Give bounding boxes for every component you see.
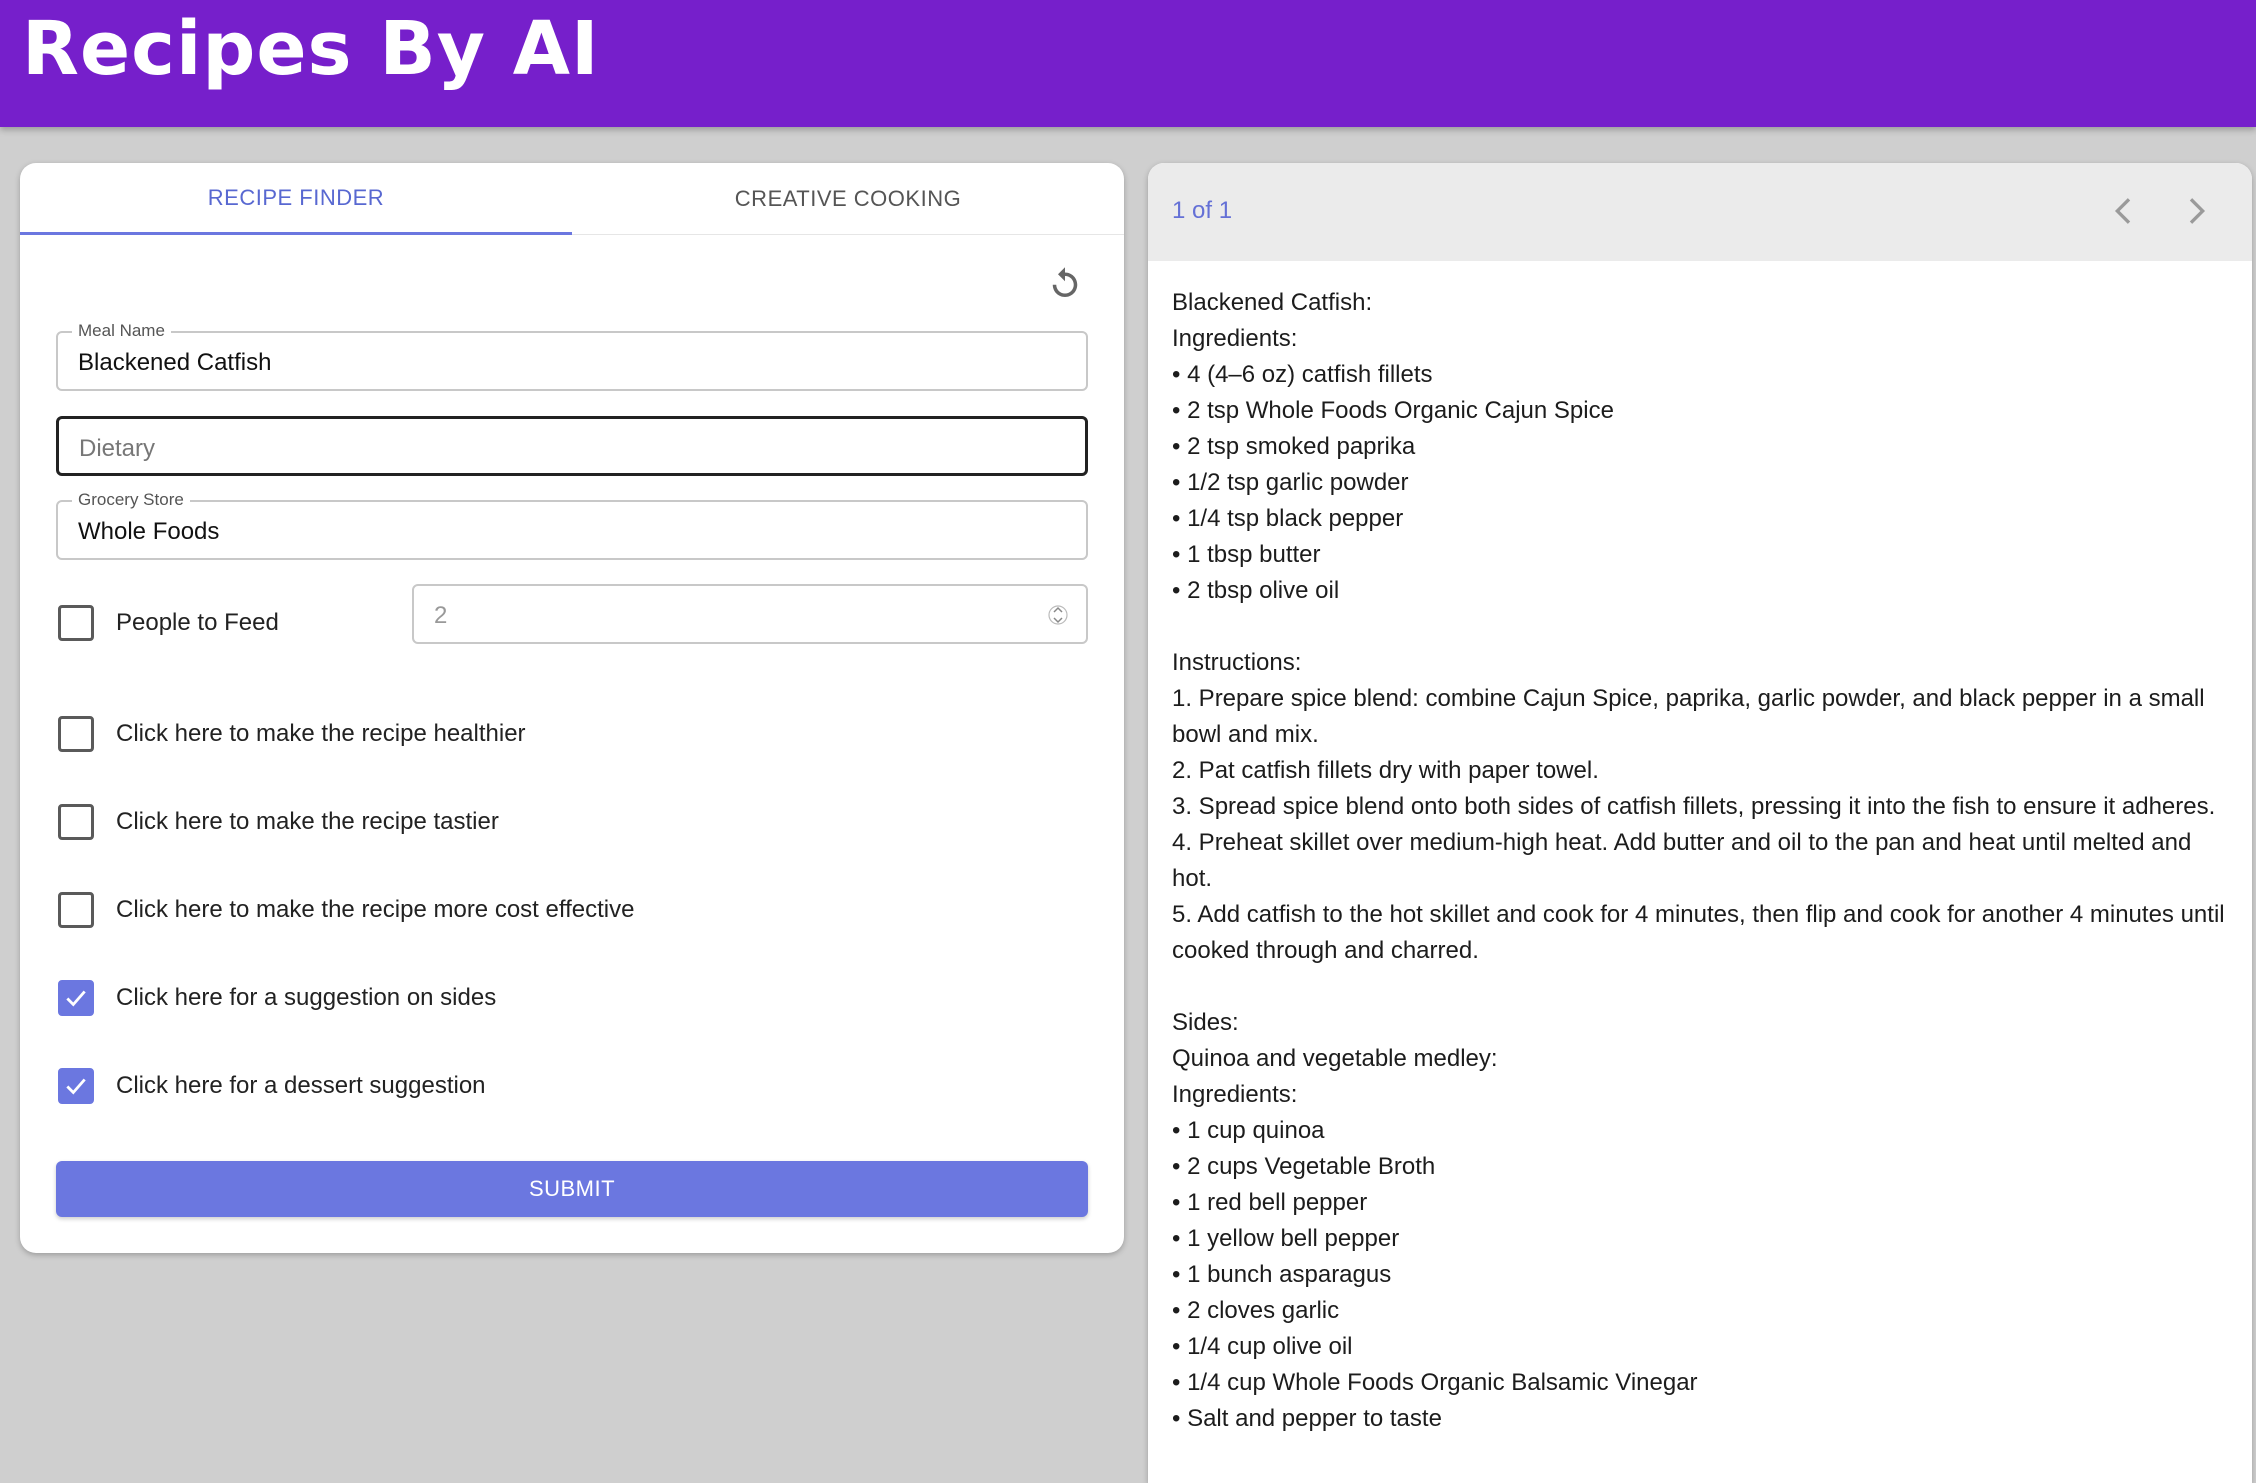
recipe-line: • 1/4 cup olive oil (1172, 1333, 1353, 1360)
recipe-line (1172, 969, 2232, 1005)
recipe-line: • 1 yellow bell pepper (1172, 1225, 1400, 1252)
recipe-line: Blackened Catfish: (1172, 289, 1373, 316)
next-button[interactable] (2176, 191, 2216, 231)
page-indicator: 1 of 1 (1172, 197, 1233, 224)
recipe-line: • 1/2 tsp garlic powder (1172, 469, 1409, 496)
tab-creative-cooking[interactable]: CREATIVE COOKING (572, 163, 1124, 235)
recipe-line: 3. Spread spice blend onto both sides of… (1172, 793, 2216, 820)
app-title: Recipes By AI (22, 6, 600, 92)
option-dessert-label: Click here for a dessert suggestion (116, 1072, 486, 1099)
option-tastier-row: Click here to make the recipe tastier (58, 802, 499, 842)
people-to-feed-row: People to Feed (58, 603, 279, 643)
recipe-line: • 1 cup quinoa (1172, 1117, 1325, 1144)
option-dessert-row: Click here for a dessert suggestion (58, 1066, 486, 1106)
people-to-feed-checkbox[interactable] (58, 605, 94, 641)
check-icon (66, 990, 86, 1007)
grocery-store-field[interactable]: Grocery Store Whole Foods (56, 490, 1088, 560)
option-cost-effective-row: Click here to make the recipe more cost … (58, 890, 634, 930)
recipe-line: • 1/4 cup Whole Foods Organic Balsamic V… (1172, 1369, 1698, 1396)
recipe-line: • 1 bunch asparagus (1172, 1261, 1392, 1288)
reset-button[interactable] (1044, 262, 1086, 304)
recipe-line: 4. Preheat skillet over medium-high heat… (1172, 829, 2198, 892)
recipe-result-panel: 1 of 1 Blackened Catfish: Ingredients: • 4… (1148, 163, 2252, 1483)
tab-bar: RECIPE FINDER CREATIVE COOKING (20, 163, 1124, 235)
option-dessert-checkbox[interactable] (58, 1068, 94, 1104)
option-tastier-label: Click here to make the recipe tastier (116, 808, 499, 835)
grocery-store-label: Grocery Store (72, 490, 190, 510)
option-healthier-row: Click here to make the recipe healthier (58, 714, 526, 754)
people-to-feed-value: 2 (434, 602, 448, 629)
recipe-line: Ingredients: (1172, 1081, 1298, 1108)
option-healthier-label: Click here to make the recipe healthier (116, 720, 526, 747)
grocery-store-value: Whole Foods (78, 518, 220, 545)
recipe-finder-panel: RECIPE FINDER CREATIVE COOKING Meal Name… (20, 163, 1124, 1253)
recipe-line: • 2 cloves garlic (1172, 1297, 1340, 1324)
submit-button[interactable]: SUBMIT (56, 1161, 1088, 1217)
dietary-placeholder: Dietary (79, 435, 156, 462)
recipe-line: • 1 tbsp butter (1172, 541, 1321, 568)
recipe-line: 2. Pat catfish fillets dry with paper to… (1172, 757, 1599, 784)
recipe-line: Ingredients: (1172, 325, 1298, 352)
recipe-line: 5. Add catfish to the hot skillet and co… (1172, 901, 2232, 964)
recipe-line: • 2 cups Vegetable Broth (1172, 1153, 1436, 1180)
recipe-line: Sides: (1172, 1009, 1239, 1036)
previous-button[interactable] (2104, 191, 2144, 231)
recipe-line: Instructions: (1172, 649, 1302, 676)
recipe-line: • Salt and pepper to taste (1172, 1405, 1442, 1432)
recipe-line: Quinoa and vegetable medley: (1172, 1045, 1498, 1072)
people-to-feed-label: People to Feed (116, 609, 279, 636)
chevron-left-icon (2114, 198, 2131, 224)
recipe-line: • 2 tbsp olive oil (1172, 577, 1340, 604)
app-header: Recipes By AI (0, 0, 2256, 127)
meal-name-field[interactable]: Meal Name Blackened Catfish (56, 321, 1088, 391)
option-cost-effective-label: Click here to make the recipe more cost … (116, 896, 635, 923)
recipe-line (1172, 609, 2232, 645)
option-sides-row: Click here for a suggestion on sides (58, 978, 496, 1018)
option-sides-checkbox[interactable] (58, 980, 94, 1016)
recipe-text: Blackened Catfish: Ingredients: • 4 (4–6 o… (1172, 285, 2232, 1437)
meal-name-value: Blackened Catfish (78, 349, 272, 376)
meal-name-label: Meal Name (72, 321, 171, 341)
people-to-feed-input[interactable]: 2 (412, 584, 1088, 644)
recipe-line: • 4 (4–6 oz) catfish fillets (1172, 361, 1433, 388)
refresh-icon (1052, 267, 1078, 297)
recipe-line: • 2 tsp smoked paprika (1172, 433, 1416, 460)
dietary-field[interactable]: Dietary (56, 416, 1088, 476)
option-sides-label: Click here for a suggestion on sides (116, 984, 497, 1011)
check-icon (66, 1078, 86, 1095)
recipe-line: • 1/4 tsp black pepper (1172, 505, 1404, 532)
recipe-line: • 1 red bell pepper (1172, 1189, 1368, 1216)
result-toolbar: 1 of 1 (1148, 163, 2252, 261)
tab-recipe-finder[interactable]: RECIPE FINDER (20, 163, 572, 235)
recipe-line: • 2 tsp Whole Foods Organic Cajun Spice (1172, 397, 1614, 424)
option-cost-effective-checkbox[interactable] (58, 892, 94, 928)
recipe-line: 1. Prepare spice blend: combine Cajun Sp… (1172, 685, 2212, 748)
option-tastier-checkbox[interactable] (58, 804, 94, 840)
chevron-right-icon (2189, 198, 2206, 224)
option-healthier-checkbox[interactable] (58, 716, 94, 752)
stepper-icon[interactable] (1048, 600, 1068, 630)
